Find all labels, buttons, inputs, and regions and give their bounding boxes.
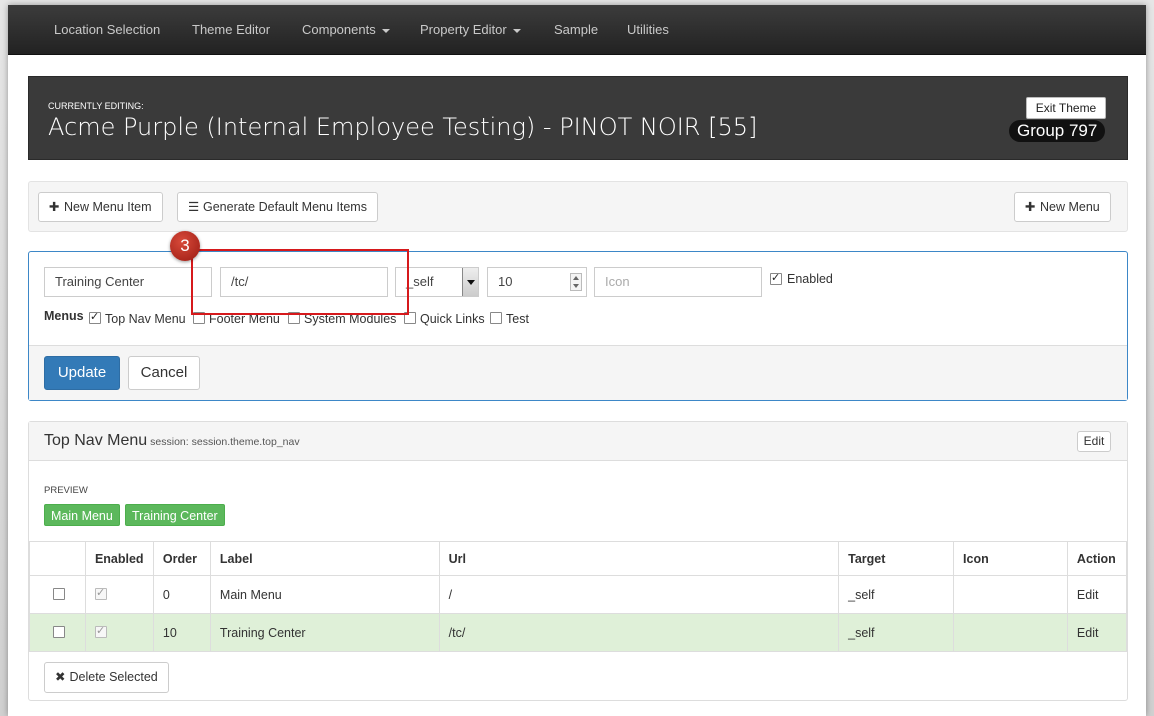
page-frame: Location Selection Theme Editor Componen… xyxy=(8,5,1146,716)
label-input[interactable]: Training Center xyxy=(44,267,212,297)
menu-toolbar: ✚ New Menu Item ☰ Generate Default Menu It… xyxy=(28,181,1128,232)
preview-label: PREVIEW xyxy=(44,485,88,496)
column-header-select xyxy=(29,541,86,576)
row-enabled-cell xyxy=(84,613,154,652)
cancel-button[interactable]: Cancel xyxy=(128,356,200,390)
menu-option-label: Quick Links xyxy=(420,312,485,326)
menu-checkbox-test[interactable] xyxy=(490,312,502,324)
row-enabled-checkbox xyxy=(94,586,107,600)
theme-title: Acme Purple (Internal Employee Testing) … xyxy=(48,113,758,141)
nav-label: Property Editor xyxy=(420,22,507,37)
row-edit-link[interactable]: Edit xyxy=(1066,575,1128,614)
column-header-label: Label xyxy=(209,541,440,576)
exit-theme-button[interactable]: Exit Theme xyxy=(1026,97,1106,119)
menu-items-table: Enabled Order Label Url Target Icon Acti… xyxy=(29,541,1128,652)
spinner-arrows-icon[interactable] xyxy=(570,273,582,291)
row-order: 10 xyxy=(152,613,211,652)
order-stepper[interactable]: 10 xyxy=(487,267,587,297)
nav-utilities[interactable]: Utilities xyxy=(627,22,669,37)
row-enabled-checkbox xyxy=(94,624,107,638)
row-label: Training Center xyxy=(209,613,440,652)
annotation-highlight-box xyxy=(191,249,409,315)
row-edit-link[interactable]: Edit xyxy=(1066,613,1128,652)
menu-checkbox-top-nav[interactable] xyxy=(89,310,101,324)
preview-item-training-center[interactable]: Training Center xyxy=(125,504,225,526)
nav-sample[interactable]: Sample xyxy=(554,22,598,37)
row-url: / xyxy=(438,575,840,614)
order-value: 10 xyxy=(498,274,513,289)
button-label: New Menu xyxy=(1040,200,1100,214)
row-select-checkbox[interactable] xyxy=(53,626,65,638)
plus-icon: ✚ xyxy=(1025,200,1036,214)
row-icon xyxy=(953,613,1068,652)
nav-label: Location Selection xyxy=(54,22,161,37)
row-enabled-cell xyxy=(84,575,154,614)
menu-option-label: Top Nav Menu xyxy=(105,312,186,326)
column-header-target: Target xyxy=(838,541,955,576)
edit-menu-button[interactable]: Edit xyxy=(1077,431,1111,452)
annotation-step-marker: 3 xyxy=(170,231,200,261)
menus-label: Menus xyxy=(44,309,84,323)
column-header-url: Url xyxy=(438,541,840,576)
menu-panel-header: Top Nav Menu session: session.theme.top_n… xyxy=(29,422,1127,461)
delete-selected-button[interactable]: ✖ Delete Selected xyxy=(44,662,169,693)
dropdown-arrow-icon[interactable] xyxy=(462,268,478,296)
row-select-cell xyxy=(29,613,86,652)
caret-down-icon xyxy=(381,28,390,33)
button-label: Delete Selected xyxy=(69,670,158,684)
row-order: 0 xyxy=(152,575,211,614)
table-row: 0 Main Menu / _self Edit xyxy=(29,575,1128,614)
edit-panel-footer: Update Cancel xyxy=(29,345,1127,400)
update-button[interactable]: Update xyxy=(44,356,120,390)
new-menu-item-button[interactable]: ✚ New Menu Item xyxy=(38,192,163,222)
nav-theme-editor[interactable]: Theme Editor xyxy=(192,22,270,37)
nav-components[interactable]: Components xyxy=(302,22,390,37)
nav-label: Utilities xyxy=(627,22,669,37)
button-label: New Menu Item xyxy=(64,200,152,214)
nav-location-selection[interactable]: Location Selection xyxy=(54,22,160,37)
editing-banner: CURRENTLY EDITING: Acme Purple (Internal… xyxy=(28,76,1128,160)
enabled-label: Enabled xyxy=(787,272,833,286)
column-header-icon: Icon xyxy=(953,541,1068,576)
plus-icon: ✚ xyxy=(49,200,60,214)
caret-down-icon xyxy=(512,28,521,33)
target-select-value: _self xyxy=(406,274,434,289)
button-label: Generate Default Menu Items xyxy=(203,200,367,214)
row-select-checkbox[interactable] xyxy=(53,588,65,600)
column-header-action: Action xyxy=(1066,541,1128,576)
top-nav-menu-panel: Top Nav Menu session: session.theme.top_n… xyxy=(28,421,1128,701)
menu-option-label: Test xyxy=(506,312,529,326)
nav-property-editor[interactable]: Property Editor xyxy=(420,22,521,37)
group-badge: Group 797 xyxy=(1009,120,1106,142)
nav-label: Sample xyxy=(554,22,599,37)
menu-title-text: Top Nav Menu xyxy=(44,432,148,449)
top-navbar: Location Selection Theme Editor Componen… xyxy=(8,5,1146,55)
row-target: _self xyxy=(838,575,955,614)
column-header-enabled: Enabled xyxy=(84,541,154,576)
column-header-order: Order xyxy=(152,541,211,576)
menu-panel-title: Top Nav Menu session: session.theme.top_n… xyxy=(44,432,300,450)
row-target: _self xyxy=(838,613,955,652)
row-icon xyxy=(953,575,1068,614)
table-row: 10 Training Center /tc/ _self Edit xyxy=(29,613,1128,652)
row-label: Main Menu xyxy=(209,575,440,614)
row-url: /tc/ xyxy=(438,613,840,652)
table-header-row: Enabled Order Label Url Target Icon Acti… xyxy=(29,541,1128,576)
row-select-cell xyxy=(29,575,86,614)
menu-session-text: session: session.theme.top_nav xyxy=(150,436,300,448)
currently-editing-label: CURRENTLY EDITING: xyxy=(48,101,144,111)
enabled-checkbox[interactable] xyxy=(770,271,782,285)
close-icon: ✖ xyxy=(55,670,66,684)
nav-label: Components xyxy=(302,22,376,37)
new-menu-button[interactable]: ✚ New Menu xyxy=(1014,192,1111,222)
nav-label: Theme Editor xyxy=(192,22,271,37)
list-icon: ☰ xyxy=(188,200,200,214)
icon-input[interactable]: Icon xyxy=(594,267,762,297)
preview-item-main-menu[interactable]: Main Menu xyxy=(44,504,120,526)
generate-default-menu-items-button[interactable]: ☰ Generate Default Menu Items xyxy=(177,192,378,222)
